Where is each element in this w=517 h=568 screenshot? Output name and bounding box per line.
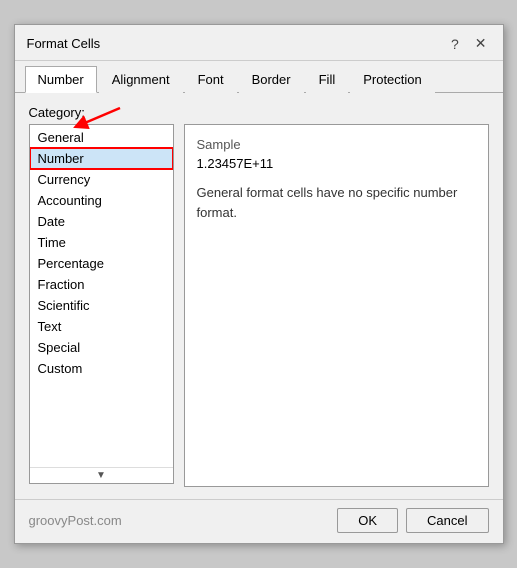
category-currency[interactable]: Currency (30, 169, 173, 190)
tab-fill[interactable]: Fill (306, 66, 349, 93)
category-panel: General Number Currency Accounting Date … (29, 124, 174, 484)
cancel-button[interactable]: Cancel (406, 508, 488, 533)
dialog-footer: groovyPost.com OK Cancel (15, 499, 503, 543)
main-row: General Number Currency Accounting Date … (29, 124, 489, 487)
title-bar: Format Cells ? ✕ (15, 25, 503, 61)
right-panel: Sample 1.23457E+11 General format cells … (184, 124, 489, 487)
title-bar-controls: ? ✕ (447, 33, 491, 54)
category-accounting[interactable]: Accounting (30, 190, 173, 211)
tab-number[interactable]: Number (25, 66, 97, 93)
help-button[interactable]: ? (447, 34, 463, 54)
category-fraction[interactable]: Fraction (30, 274, 173, 295)
dialog-content: Category: General Number Currency (15, 93, 503, 499)
category-date[interactable]: Date (30, 211, 173, 232)
tabs-bar: Number Alignment Font Border Fill Protec… (15, 61, 503, 93)
category-scientific[interactable]: Scientific (30, 295, 173, 316)
scroll-down-arrow[interactable]: ▼ (30, 467, 173, 483)
tab-protection[interactable]: Protection (350, 66, 435, 93)
tab-alignment[interactable]: Alignment (99, 66, 183, 93)
format-description: General format cells have no specific nu… (197, 183, 476, 222)
category-time[interactable]: Time (30, 232, 173, 253)
tab-font[interactable]: Font (185, 66, 237, 93)
category-text[interactable]: Text (30, 316, 173, 337)
category-list: General Number Currency Accounting Date … (30, 125, 173, 467)
sample-label: Sample (197, 137, 476, 152)
format-cells-dialog: Format Cells ? ✕ Number Alignment Font B… (14, 24, 504, 544)
category-label: Category: (29, 105, 489, 120)
category-number[interactable]: Number (30, 148, 173, 169)
close-button[interactable]: ✕ (471, 33, 491, 54)
category-percentage[interactable]: Percentage (30, 253, 173, 274)
tab-border[interactable]: Border (239, 66, 304, 93)
category-general[interactable]: General (30, 127, 173, 148)
ok-button[interactable]: OK (337, 508, 398, 533)
dialog-title: Format Cells (27, 36, 101, 51)
category-special[interactable]: Special (30, 337, 173, 358)
footer-buttons: OK Cancel (337, 508, 488, 533)
brand-label: groovyPost.com (29, 513, 122, 528)
sample-value: 1.23457E+11 (197, 156, 476, 171)
category-custom[interactable]: Custom (30, 358, 173, 379)
